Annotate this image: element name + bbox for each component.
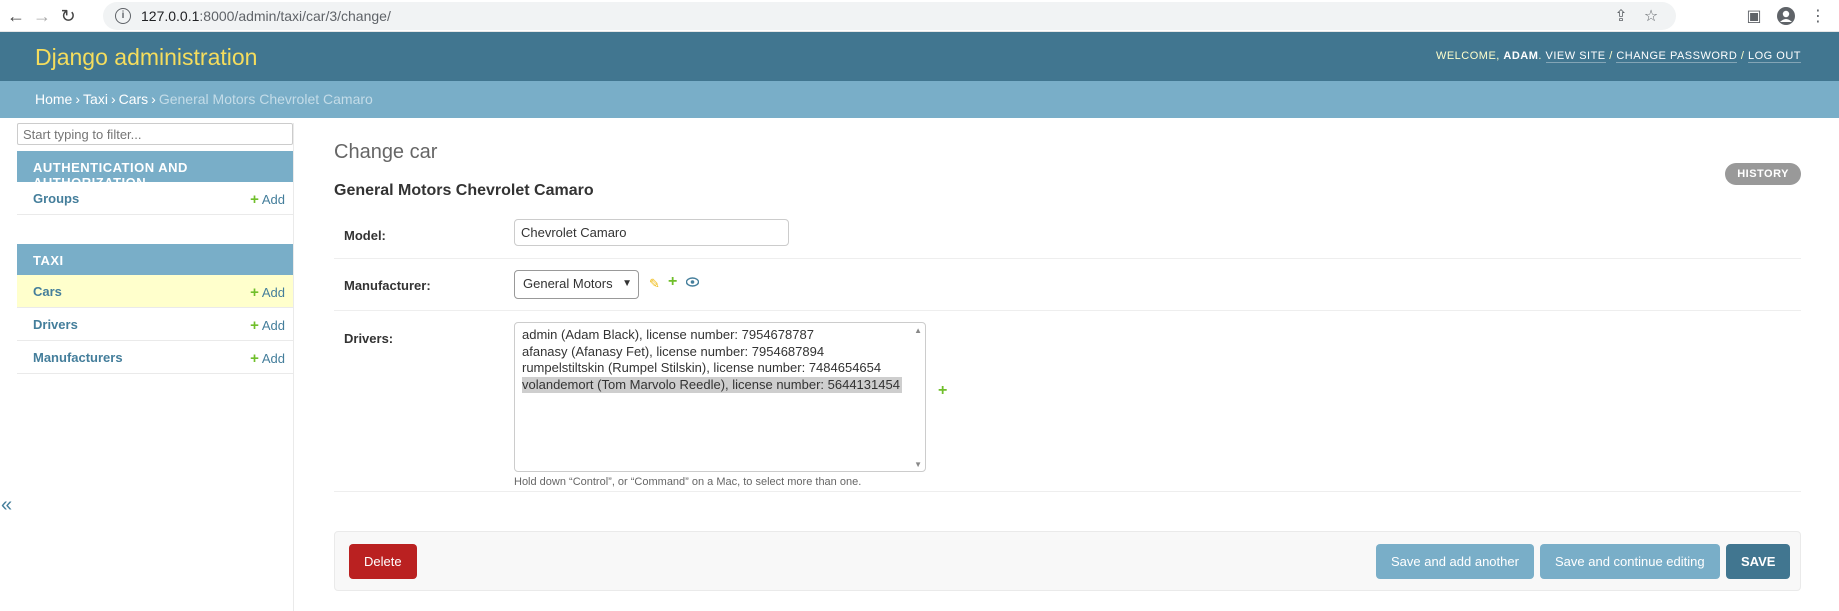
scroll-up-icon[interactable]: ▲ <box>914 326 922 335</box>
drivers-multiselect[interactable]: admin (Adam Black), license number: 7954… <box>514 322 926 472</box>
share-icon[interactable]: ⇪ <box>1610 5 1632 27</box>
chevron-down-icon: ▼ <box>622 278 632 289</box>
site-branding[interactable]: Django administration <box>35 44 257 71</box>
edit-pencil-icon[interactable]: ✎ <box>649 276 660 292</box>
model-label: Model: <box>344 228 386 243</box>
object-name-heading: General Motors Chevrolet Camaro <box>334 182 594 199</box>
breadcrumb-home[interactable]: Home <box>35 91 72 107</box>
admin-header: Django administration WELCOME, ADAM. VIE… <box>0 32 1839 81</box>
model-input[interactable] <box>514 219 789 246</box>
scroll-down-icon[interactable]: ▼ <box>914 460 922 469</box>
add-groups-link[interactable]: + Add <box>250 191 285 208</box>
profile-icon[interactable] <box>1775 5 1797 27</box>
manufacturer-select[interactable]: General Motors ▼ <box>514 270 639 299</box>
plus-icon: + <box>250 191 259 208</box>
driver-option[interactable]: rumpelstiltskin (Rumpel Stilskin), licen… <box>522 360 918 377</box>
add-related-icon[interactable]: + <box>938 382 947 400</box>
sidebar-item-cars[interactable]: Cars + Add <box>17 275 293 308</box>
view-site-link[interactable]: VIEW SITE <box>1545 50 1606 63</box>
delete-button[interactable]: Delete <box>349 544 417 579</box>
sidebar-item-label[interactable]: Drivers <box>33 317 78 332</box>
scrollbar[interactable]: ▲ ▼ <box>910 323 925 471</box>
bookmark-star-icon[interactable]: ☆ <box>1640 5 1662 27</box>
url-text[interactable]: 127.0.0.1:8000/admin/taxi/car/3/change/ <box>141 8 391 24</box>
plus-icon: + <box>250 350 259 367</box>
breadcrumb-cars[interactable]: Cars <box>119 91 149 107</box>
log-out-link[interactable]: LOG OUT <box>1747 50 1801 63</box>
module-caption-taxi[interactable]: TAXI <box>17 244 293 275</box>
plus-icon: + <box>250 284 259 301</box>
driver-option[interactable]: admin (Adam Black), license number: 7954… <box>522 327 918 344</box>
form-row-model: Model: <box>334 209 1801 259</box>
save-add-another-button[interactable]: Save and add another <box>1376 544 1534 579</box>
forward-icon[interactable]: → <box>30 4 54 28</box>
driver-option[interactable]: afanasy (Afanasy Fet), license number: 7… <box>522 344 918 361</box>
breadcrumb-current: General Motors Chevrolet Camaro <box>158 91 373 107</box>
toggle-nav-sidebar-icon[interactable]: « <box>1 494 12 517</box>
view-eye-icon[interactable] <box>685 275 700 290</box>
form-row-manufacturer: Manufacturer: General Motors ▼ ✎ + <box>334 259 1801 311</box>
add-drivers-link[interactable]: + Add <box>250 317 285 334</box>
driver-option-selected[interactable]: volandemort (Tom Marvolo Reedle), licens… <box>522 376 902 393</box>
add-manufacturers-link[interactable]: + Add <box>250 350 285 367</box>
back-icon[interactable]: ← <box>4 4 28 28</box>
manufacturer-selected-value: General Motors <box>523 276 613 291</box>
drivers-help-text: Hold down “Control”, or “Command” on a M… <box>514 476 862 488</box>
form-row-drivers: Drivers: admin (Adam Black), license num… <box>334 311 1801 492</box>
history-button[interactable]: HISTORY <box>1725 163 1801 185</box>
address-bar[interactable]: i 127.0.0.1:8000/admin/taxi/car/3/change… <box>103 2 1676 30</box>
plus-icon: + <box>250 317 259 334</box>
sidebar-item-manufacturers[interactable]: Manufacturers + Add <box>17 341 293 374</box>
reload-icon[interactable]: ↻ <box>56 4 80 28</box>
sidebar-item-drivers[interactable]: Drivers + Add <box>17 308 293 341</box>
side-panel-icon[interactable]: ▣ <box>1743 5 1765 27</box>
add-related-icon[interactable]: + <box>668 273 677 291</box>
menu-kebab-icon[interactable]: ⋮ <box>1807 5 1829 27</box>
sidebar-item-label[interactable]: Cars <box>33 284 62 299</box>
page-title: Change car <box>334 141 438 163</box>
username: ADAM <box>1503 50 1539 62</box>
nav-sidebar: AUTHENTICATION AND AUTHORIZATION Groups … <box>17 123 294 611</box>
welcome-text: WELCOME, <box>1435 50 1504 62</box>
submit-row: Delete Save and add another Save and con… <box>334 531 1801 591</box>
breadcrumb: Home › Taxi › Cars › General Motors Chevrolet … <box>0 81 1839 118</box>
sidebar-item-label[interactable]: Groups <box>33 191 79 206</box>
module-caption-auth[interactable]: AUTHENTICATION AND AUTHORIZATION <box>17 151 293 190</box>
breadcrumb-taxi[interactable]: Taxi <box>83 91 108 107</box>
main-content: Change car HISTORY General Motors Chevro… <box>334 123 1801 603</box>
save-continue-button[interactable]: Save and continue editing <box>1540 544 1720 579</box>
add-cars-link[interactable]: + Add <box>250 284 285 301</box>
site-info-icon[interactable]: i <box>115 8 131 24</box>
manufacturer-label: Manufacturer: <box>344 278 431 293</box>
sidebar-item-groups[interactable]: Groups + Add <box>17 182 293 215</box>
sidebar-item-label[interactable]: Manufacturers <box>33 350 123 365</box>
user-tools: WELCOME, ADAM. VIEW SITE / CHANGE PASSWO… <box>1435 50 1801 63</box>
browser-toolbar: ← → ↻ i 127.0.0.1:8000/admin/taxi/car/3/… <box>0 0 1839 32</box>
change-password-link[interactable]: CHANGE PASSWORD <box>1616 50 1738 63</box>
nav-filter-input[interactable] <box>17 123 293 145</box>
drivers-label: Drivers: <box>344 331 394 346</box>
save-button[interactable]: SAVE <box>1726 544 1791 579</box>
